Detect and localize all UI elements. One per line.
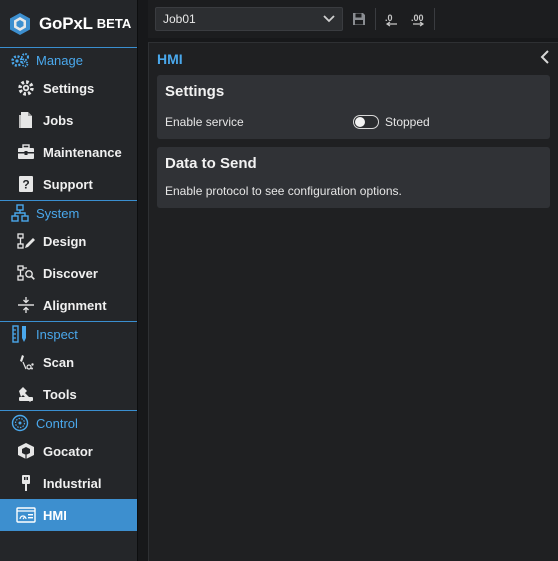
- sidebar-item-support[interactable]: ? Support: [0, 168, 137, 200]
- help-book-icon: ?: [15, 174, 37, 194]
- gocator-sensor-icon: [15, 441, 37, 461]
- settings-card: Settings Enable service Stopped: [157, 75, 550, 139]
- settings-title: Settings: [165, 83, 225, 100]
- hmi-panel-icon: [15, 505, 37, 525]
- control-dial-icon: [9, 414, 31, 432]
- job-select[interactable]: Job01: [155, 7, 343, 31]
- scan-sensor-icon: [15, 352, 37, 372]
- section-system: System: [0, 201, 137, 225]
- sidebar-item-hmi[interactable]: HMI: [0, 499, 137, 531]
- job-select-value: Job01: [163, 12, 196, 26]
- sidebar-item-label: Jobs: [43, 112, 74, 128]
- ruler-pencil-icon: [9, 325, 31, 343]
- discover-network-icon: [15, 263, 37, 283]
- sidebar-item-maintenance[interactable]: Maintenance: [0, 136, 137, 168]
- enable-service-label: Enable service: [165, 115, 244, 129]
- sidebar-item-design[interactable]: Design: [0, 225, 137, 257]
- app-brand: GoPxL: [39, 13, 93, 33]
- section-label: Control: [36, 415, 78, 431]
- svg-text:.00: .00: [411, 13, 424, 23]
- sidebar-item-industrial[interactable]: Industrial: [0, 467, 137, 499]
- design-pencil-icon: [15, 231, 37, 251]
- sidebar-item-label: Tools: [43, 386, 77, 402]
- section-label: Inspect: [36, 326, 78, 342]
- section-inspect: Inspect: [0, 322, 137, 346]
- service-status: Stopped: [385, 115, 430, 129]
- collapse-chevron-icon[interactable]: [540, 49, 550, 69]
- sidebar-item-label: Discover: [43, 265, 98, 281]
- toggle-knob: [355, 117, 365, 127]
- data-to-send-message: Enable protocol to see configuration opt…: [165, 184, 402, 198]
- section-manage: Manage: [0, 48, 137, 72]
- data-to-send-title: Data to Send: [165, 155, 257, 172]
- page-title: HMI: [157, 51, 183, 67]
- sidebar-item-settings[interactable]: Settings: [0, 72, 137, 104]
- sidebar-item-label: Scan: [43, 354, 75, 370]
- sidebar-item-scan[interactable]: Scan: [0, 346, 137, 378]
- enable-service-toggle[interactable]: [353, 115, 379, 129]
- alignment-icon: [15, 295, 37, 315]
- save-config-icon[interactable]: .00: [408, 9, 428, 29]
- data-to-send-card: Data to Send Enable protocol to see conf…: [157, 147, 550, 208]
- sidebar-item-label: Alignment: [43, 297, 107, 313]
- toolbar-divider: [434, 8, 435, 30]
- load-config-icon[interactable]: .0: [382, 9, 402, 29]
- document-icon: [15, 110, 37, 130]
- sidebar-item-label: Support: [43, 176, 93, 192]
- section-label: Manage: [36, 52, 83, 68]
- sidebar-item-gocator[interactable]: Gocator: [0, 435, 137, 467]
- toolbox-icon: [15, 142, 37, 162]
- sidebar-item-label: Industrial: [43, 475, 102, 491]
- enable-service-row: Enable service Stopped: [165, 115, 542, 129]
- sidebar-item-label: Design: [43, 233, 87, 249]
- beta-badge: BETA: [96, 16, 132, 31]
- section-control: Control: [0, 411, 137, 435]
- svg-text:.0: .0: [385, 13, 393, 23]
- sidebar-item-jobs[interactable]: Jobs: [0, 104, 137, 136]
- sidebar-item-discover[interactable]: Discover: [0, 257, 137, 289]
- tools-icon: [15, 384, 37, 404]
- top-toolbar: Job01 .0 .00: [148, 0, 558, 38]
- gopxl-logo-icon: [10, 12, 30, 35]
- network-tree-icon: [9, 204, 31, 222]
- hmi-panel: HMI Settings Enable service Stopped Data…: [148, 42, 558, 561]
- sidebar-item-label: Gocator: [43, 443, 93, 459]
- gear-icon: [15, 78, 37, 98]
- svg-text:?: ?: [22, 178, 29, 192]
- gears-icon: [9, 51, 31, 69]
- toolbar-divider: [375, 8, 376, 30]
- sidebar-item-label: HMI: [43, 507, 67, 523]
- sidebar-item-label: Settings: [43, 80, 95, 96]
- save-icon[interactable]: [349, 9, 369, 29]
- app-logo: GoPxL BETA: [0, 0, 137, 48]
- section-label: System: [36, 205, 80, 221]
- plug-connector-icon: [15, 473, 37, 493]
- sidebar: GoPxL BETA Manage Settings Jobs Maintena…: [0, 0, 138, 561]
- sidebar-item-alignment[interactable]: Alignment: [0, 289, 137, 321]
- sidebar-item-label: Maintenance: [43, 144, 122, 160]
- sidebar-item-tools[interactable]: Tools: [0, 378, 137, 410]
- chevron-down-icon: [323, 12, 335, 26]
- panel-header: HMI: [149, 43, 558, 75]
